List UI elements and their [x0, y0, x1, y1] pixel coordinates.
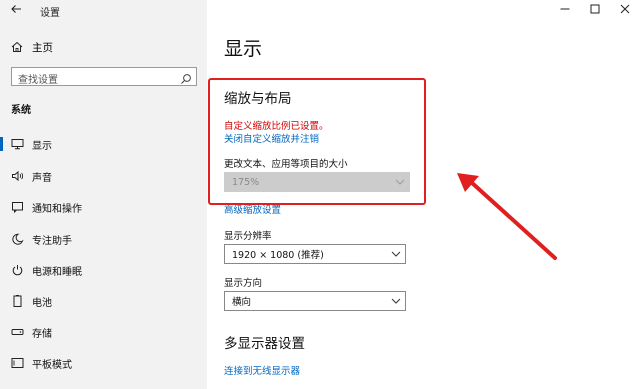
battery-icon [9, 295, 25, 307]
sidebar-item-label: 主页 [32, 41, 53, 54]
sidebar-item-label: 电池 [32, 297, 52, 309]
resolution-label: 显示分辨率 [224, 231, 272, 242]
speaker-icon [9, 170, 25, 182]
minimize-icon[interactable] [550, 0, 580, 18]
tablet-icon [9, 357, 25, 369]
sidebar-item-label: 电源和睡眠 [32, 266, 82, 278]
orientation-value: 横向 [232, 297, 252, 308]
red-arrow-icon [457, 173, 557, 260]
sidebar-item-label: 存储 [32, 328, 52, 340]
chevron-down-icon [387, 251, 405, 257]
sidebar-item-notifications[interactable]: 通知和操作 [0, 195, 207, 219]
multi-display-heading: 多显示器设置 [224, 336, 305, 352]
close-icon[interactable] [610, 0, 640, 18]
sidebar-item-sound[interactable]: 声音 [0, 164, 207, 188]
moon-icon [9, 233, 25, 245]
search-box[interactable] [11, 67, 197, 89]
sidebar-item-battery[interactable]: 电池 [0, 289, 207, 313]
search-input[interactable] [12, 72, 172, 89]
active-indicator [0, 137, 3, 151]
power-icon [9, 264, 25, 276]
sidebar-item-label: 平板模式 [32, 359, 72, 371]
sidebar: 设置 主页 系统 显示 声音 通知和操作 专注助手 [0, 0, 207, 389]
sidebar-item-label: 专注助手 [32, 235, 72, 247]
notification-icon [9, 201, 25, 213]
page-title: 显示 [224, 38, 263, 60]
sidebar-item-label: 声音 [32, 172, 52, 184]
sidebar-item-label: 显示 [32, 140, 52, 152]
window-title: 设置 [40, 8, 60, 19]
connect-wireless-display-link[interactable]: 连接到无线显示器 [224, 363, 300, 377]
sidebar-item-focus-assist[interactable]: 专注助手 [0, 227, 207, 251]
sidebar-item-power[interactable]: 电源和睡眠 [0, 258, 207, 282]
resolution-dropdown[interactable]: 1920 × 1080 (推荐) [224, 244, 406, 264]
window-controls [550, 0, 640, 18]
orientation-label: 显示方向 [224, 278, 263, 289]
search-icon[interactable] [180, 70, 192, 84]
storage-icon [9, 326, 25, 338]
section-label: 系统 [11, 105, 31, 116]
highlight-box [208, 78, 426, 205]
sidebar-item-tablet-mode[interactable]: 平板模式 [0, 351, 207, 375]
sidebar-item-display[interactable]: 显示 [0, 132, 207, 156]
resolution-value: 1920 × 1080 (推荐) [232, 250, 324, 261]
orientation-dropdown[interactable]: 横向 [224, 291, 406, 311]
back-arrow-icon[interactable] [6, 3, 26, 19]
chevron-down-icon [387, 298, 405, 304]
sidebar-item-home[interactable]: 主页 [0, 36, 207, 58]
home-icon [10, 41, 24, 53]
sidebar-item-label: 通知和操作 [32, 203, 82, 215]
maximize-icon[interactable] [580, 0, 610, 18]
monitor-icon [9, 138, 25, 150]
sidebar-item-storage[interactable]: 存储 [0, 320, 207, 344]
